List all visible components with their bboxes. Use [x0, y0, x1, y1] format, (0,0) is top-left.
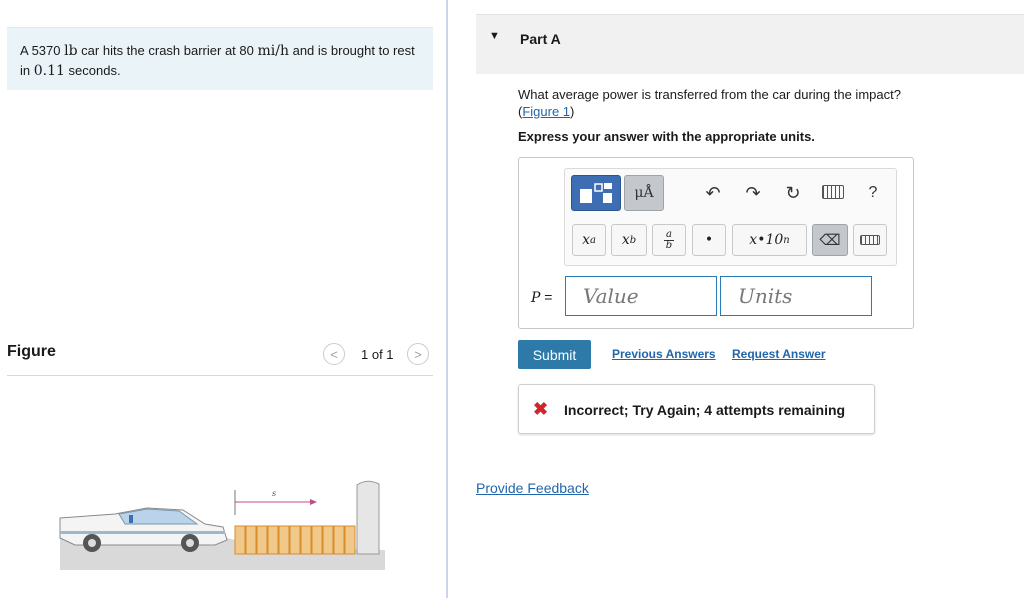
units-button[interactable]: μÅ [624, 175, 664, 211]
displacement-label: s [272, 489, 276, 498]
figure-link[interactable]: Figure 1 [522, 104, 570, 119]
reset-icon[interactable]: ↻ [782, 180, 804, 206]
figure-pager-label: 1 of 1 [361, 347, 394, 362]
time-value: 0.11 [33, 63, 65, 79]
request-answer-link[interactable]: Request Answer [732, 347, 826, 361]
fraction-button[interactable]: a b [652, 224, 686, 256]
value-input[interactable]: Value [565, 276, 717, 316]
subscript-button[interactable]: xb [611, 224, 647, 256]
figure-divider [7, 375, 433, 376]
error-icon: ✖ [533, 399, 549, 419]
chevron-right-icon[interactable]: > [407, 343, 429, 365]
pane-divider [446, 0, 448, 598]
provide-feedback-link[interactable]: Provide Feedback [476, 480, 589, 496]
weight-unit: lb [64, 43, 78, 59]
caret-down-icon[interactable]: ▼ [489, 30, 500, 42]
variable-label: P = [531, 289, 553, 306]
instruction-text: Express your answer with the appropriate… [518, 129, 815, 144]
redo-icon[interactable]: ↷ [742, 180, 764, 206]
scientific-notation-button[interactable]: x •10 n [732, 224, 807, 256]
keyboard-toggle-button[interactable] [853, 224, 887, 256]
templates-button[interactable] [571, 175, 621, 211]
templates-icon [580, 183, 612, 203]
keyboard-icon [860, 235, 880, 245]
figure-title: Figure [7, 343, 56, 360]
keyboard-icon[interactable] [822, 185, 844, 199]
previous-answers-link[interactable]: Previous Answers [612, 347, 716, 361]
crash-barrier-figure: s [59, 480, 385, 570]
submit-button[interactable]: Submit [518, 340, 591, 369]
dot-button[interactable]: • [692, 224, 726, 256]
backspace-icon[interactable]: ⌫ [812, 224, 848, 256]
superscript-button[interactable]: xa [572, 224, 606, 256]
speed-unit: mi/h [257, 43, 289, 59]
feedback-text: Incorrect; Try Again; 4 attempts remaini… [564, 402, 846, 418]
undo-icon[interactable]: ↶ [702, 180, 724, 206]
help-button[interactable]: ? [864, 180, 882, 206]
units-input[interactable]: Units [720, 276, 872, 316]
part-title[interactable]: Part A [520, 31, 561, 47]
chevron-left-icon[interactable]: < [323, 343, 345, 365]
problem-statement: A 5370 lb car hits the crash barrier at … [7, 27, 433, 90]
question-text: What average power is transferred from t… [518, 87, 901, 119]
